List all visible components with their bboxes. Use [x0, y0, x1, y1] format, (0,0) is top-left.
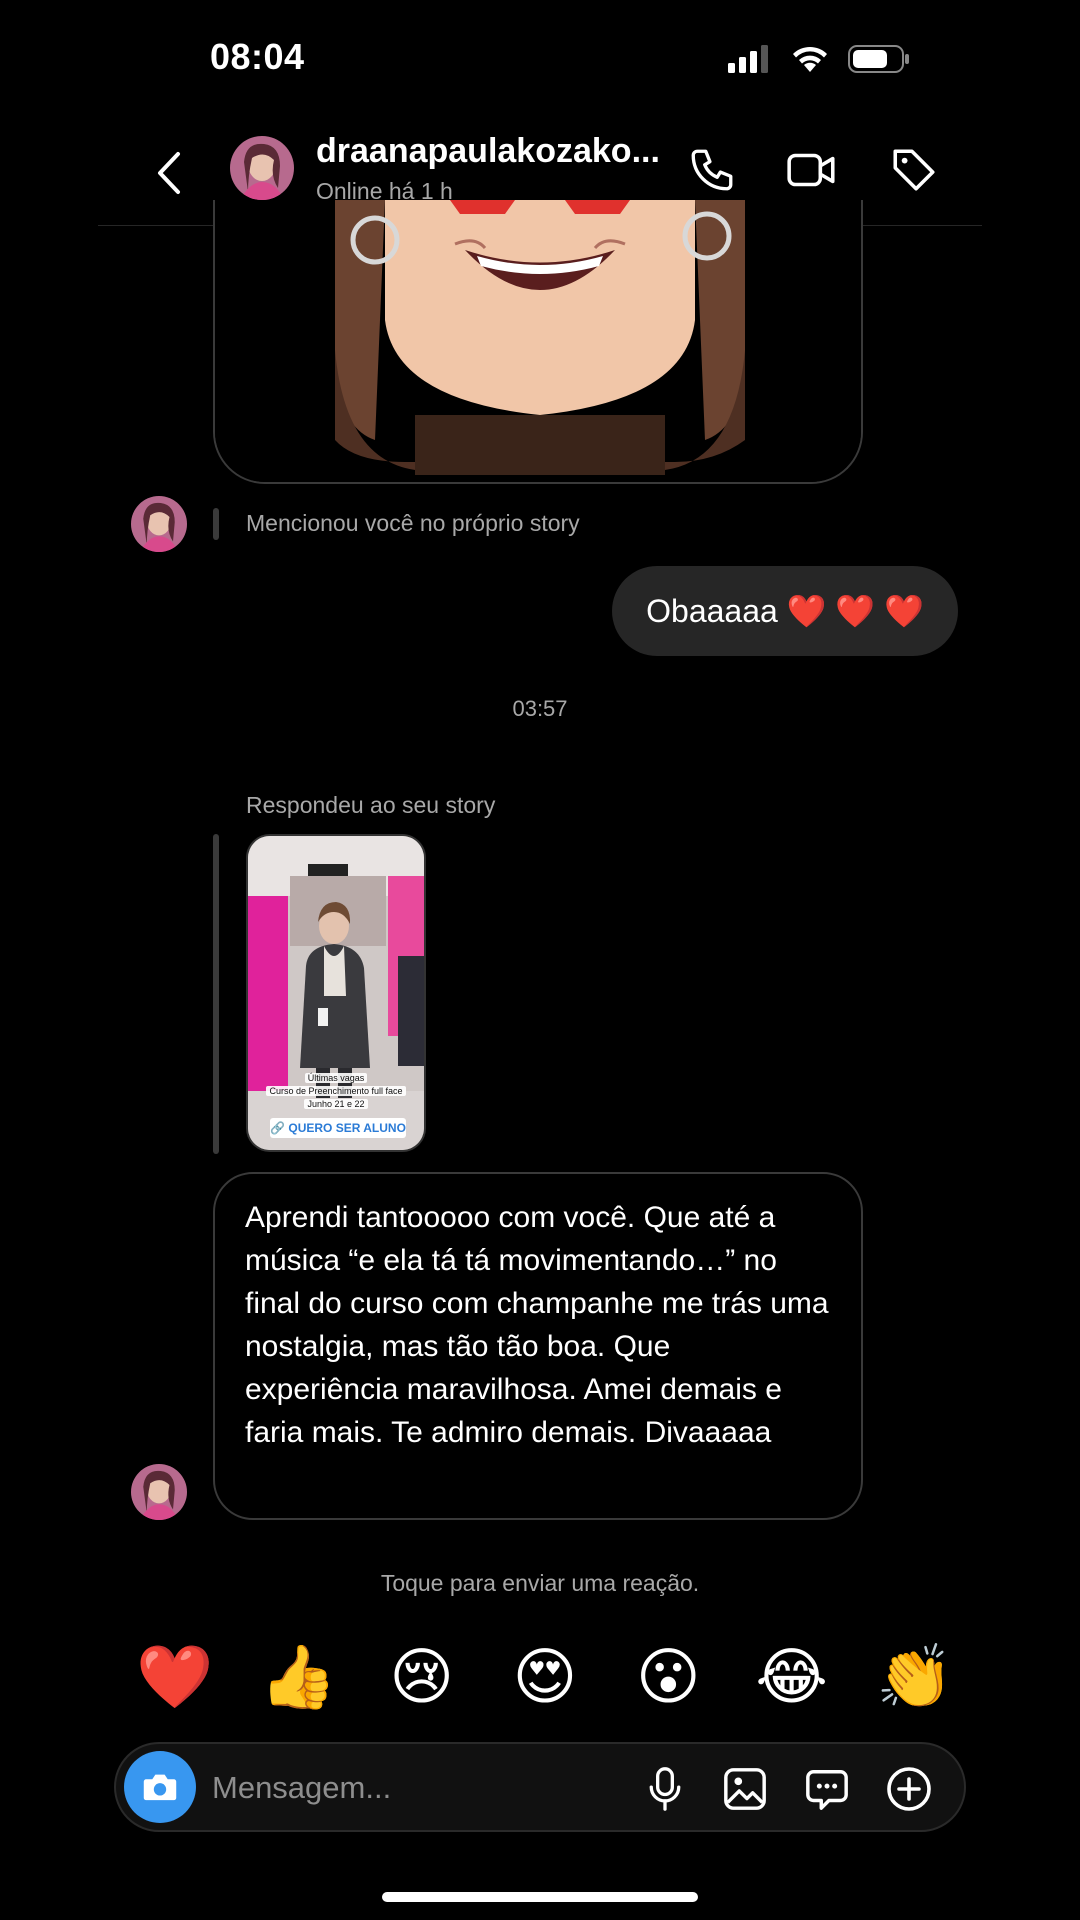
tag-icon — [893, 149, 935, 191]
tag-button[interactable] — [886, 142, 942, 198]
story-caption-line-1: Últimas vagas — [304, 1073, 368, 1083]
video-call-button[interactable] — [784, 142, 840, 198]
microphone-icon — [649, 1767, 681, 1811]
sender-avatar[interactable] — [131, 1464, 187, 1520]
chat-bubble-icon — [806, 1770, 848, 1810]
voice-message-button[interactable] — [640, 1764, 690, 1814]
story-caption-line-2: Curso de Preenchimento full face — [266, 1086, 406, 1096]
sticker-button[interactable] — [802, 1764, 852, 1814]
sent-message-bubble[interactable]: Obaaaaa ❤️ ❤️ ❤️ — [612, 566, 958, 656]
message-input[interactable] — [212, 1766, 632, 1810]
video-camera-icon — [787, 153, 835, 187]
camera-icon — [143, 1774, 177, 1801]
status-icons — [728, 44, 910, 74]
received-message-bubble[interactable]: Aprendi tantooooo com você. Que até a mú… — [213, 1172, 863, 1520]
more-options-button[interactable] — [884, 1764, 934, 1814]
chevron-left-icon — [158, 152, 180, 194]
home-indicator[interactable] — [382, 1892, 698, 1902]
reaction-thumbs-up[interactable]: 👍 — [253, 1642, 343, 1714]
gallery-button[interactable] — [720, 1764, 770, 1814]
image-icon — [724, 1768, 766, 1810]
reply-quote-bar — [213, 834, 219, 1154]
story-caption: Últimas vagas Curso de Preenchimento ful… — [248, 1072, 424, 1111]
phone-icon — [691, 149, 733, 191]
reaction-heart-eyes[interactable]: 😍 — [500, 1642, 590, 1714]
battery-icon — [848, 45, 909, 73]
reaction-crying[interactable]: 😢 — [377, 1642, 467, 1714]
status-time: 08:04 — [210, 36, 305, 77]
camera-button[interactable] — [124, 1751, 196, 1823]
message-composer — [114, 1742, 966, 1832]
story-reply-note: Respondeu ao seu story — [246, 792, 496, 818]
mention-quote-bar — [213, 508, 219, 540]
shared-story-image[interactable] — [213, 200, 863, 484]
message-timestamp: 03:57 — [512, 696, 568, 721]
reaction-laughing[interactable]: 😂 — [747, 1642, 837, 1714]
story-caption-line-3: Junho 21 e 22 — [304, 1099, 368, 1109]
story-mention-note: Mencionou você no próprio story — [246, 510, 580, 536]
contact-name[interactable]: draanapaulakozako... — [316, 132, 660, 171]
reaction-surprised[interactable]: 😮 — [623, 1642, 713, 1714]
reaction-heart[interactable]: ❤️ — [130, 1642, 220, 1714]
sender-avatar[interactable] — [131, 496, 187, 552]
story-link-sticker[interactable]: 🔗 QUERO SER ALUNO — [270, 1118, 406, 1138]
audio-call-button[interactable] — [684, 142, 740, 198]
quick-reactions: ❤️ 👍 😢 😍 😮 😂 👏 — [130, 1642, 960, 1714]
cellular-signal-icon — [728, 45, 768, 73]
contact-avatar[interactable] — [230, 136, 294, 200]
story-thumbnail[interactable]: Últimas vagas Curso de Preenchimento ful… — [246, 834, 426, 1152]
back-button[interactable] — [150, 148, 190, 198]
reaction-hint: Toque para enviar uma reação. — [380, 1570, 700, 1596]
plus-circle-icon — [887, 1767, 931, 1811]
wifi-icon — [793, 46, 827, 72]
reaction-clapping[interactable]: 👏 — [870, 1642, 960, 1714]
